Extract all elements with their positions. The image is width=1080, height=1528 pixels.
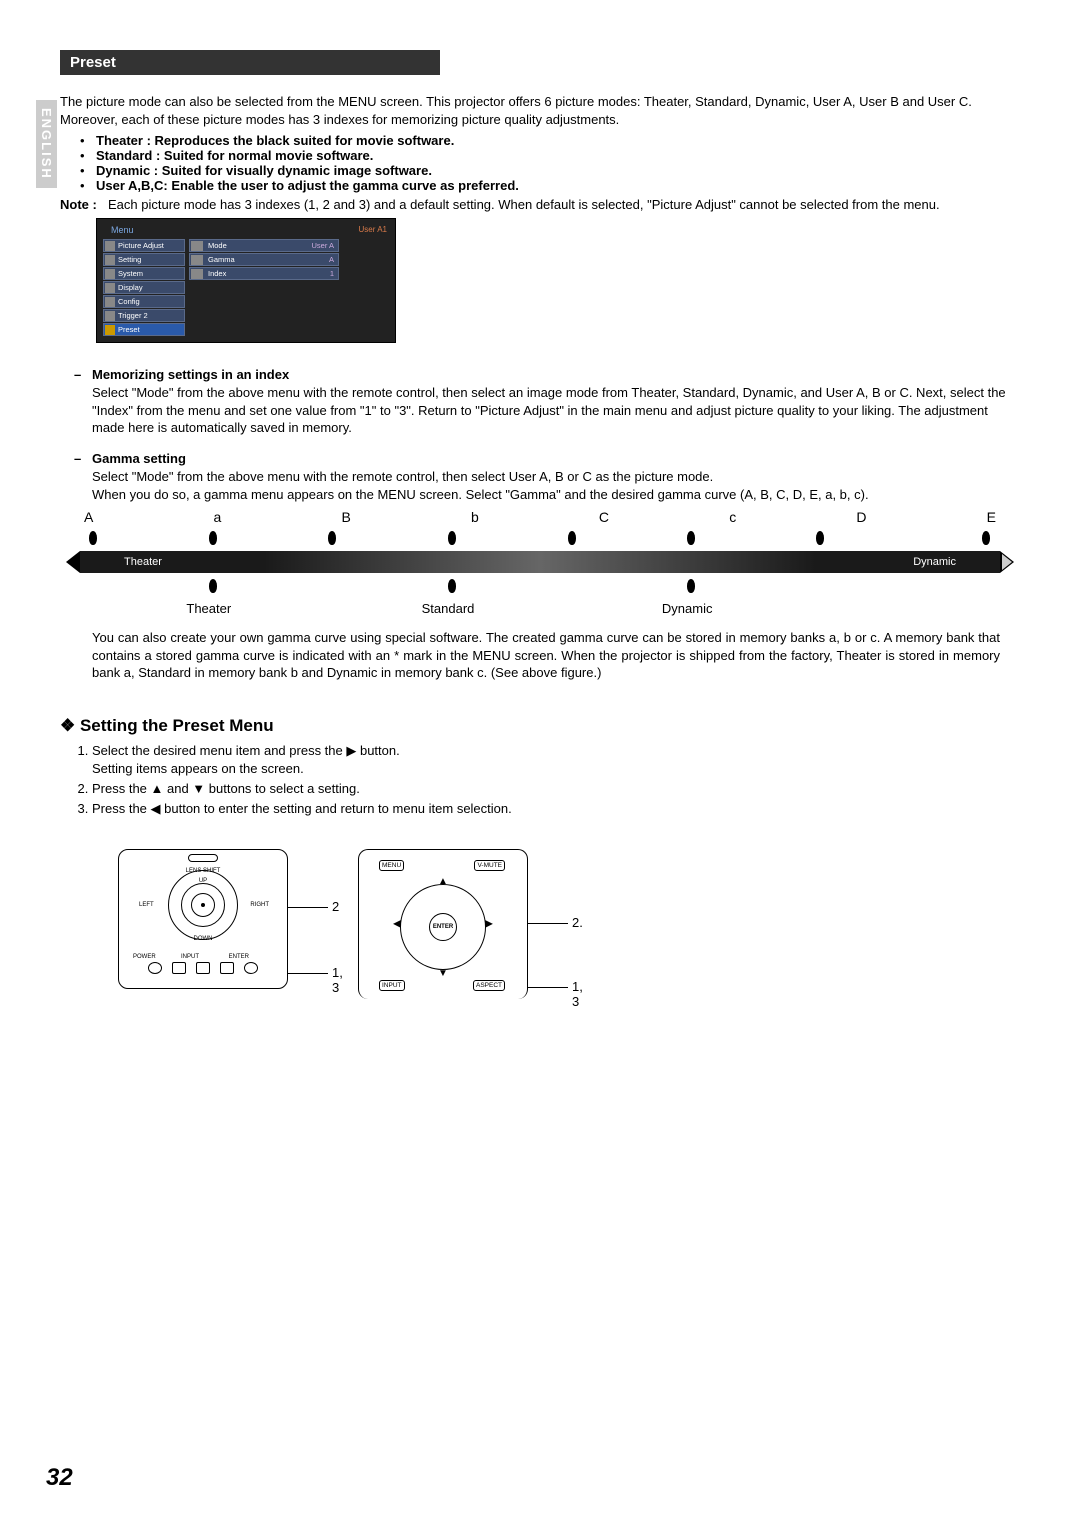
arrow-left-icon xyxy=(66,551,80,573)
remote-right-icon: ▶ xyxy=(485,919,493,930)
remote-enter-button: ENTER xyxy=(429,913,457,941)
menu-row-index: Index1 xyxy=(189,267,339,280)
page-number: 32 xyxy=(46,1464,73,1492)
bullet-user: •User A,B,C: Enable the user to adjust t… xyxy=(80,178,1020,193)
gamma-label-B: B xyxy=(341,509,350,525)
step-3: Press the ◀ button to enter the setting … xyxy=(92,800,1020,818)
bullet-dynamic: •Dynamic : Suited for visually dynamic i… xyxy=(80,163,1020,178)
gamma-bar-right-label: Dynamic xyxy=(913,556,956,568)
gamma-label-E: E xyxy=(987,509,996,525)
step-1: Select the desired menu item and press t… xyxy=(92,742,1020,778)
menu-row-mode: ModeUser A xyxy=(189,239,339,252)
menu-item-system: System xyxy=(103,267,185,280)
subhead-gamma: –Gamma setting xyxy=(74,451,1020,466)
subbody-memorizing: Select "Mode" from the above menu with t… xyxy=(92,384,1020,437)
gamma-label-A: A xyxy=(84,509,93,525)
intro-paragraph: The picture mode can also be selected fr… xyxy=(60,93,1020,129)
gamma-label-C: C xyxy=(599,509,609,525)
arrow-right-icon xyxy=(1000,551,1014,573)
gamma-bar: Theater Dynamic xyxy=(80,551,1000,573)
gamma-diagram: A a B b C c D E Theater Dynamic Theater … xyxy=(80,509,1000,619)
gamma-follow-paragraph: You can also create your own gamma curve… xyxy=(92,629,1000,682)
remote-diagram: MENU V-MUTE INPUT ASPECT ENTER ▲ ▼ ◀ ▶ 2… xyxy=(358,849,528,999)
gamma-label-D: D xyxy=(856,509,866,525)
menu-item-setting: Setting xyxy=(103,253,185,266)
remote-lead-13: 1, 3 xyxy=(572,979,583,1009)
remote-menu-button: MENU xyxy=(379,860,404,871)
remote-aspect-button: ASPECT xyxy=(473,980,505,991)
menu-item-trigger2: Trigger 2 xyxy=(103,309,185,322)
section-header-preset: Preset xyxy=(60,50,440,75)
language-tab: ENGLISH xyxy=(36,100,57,188)
gamma-bottom-standard: Standard xyxy=(422,601,475,616)
menu-row-gamma: GammaA xyxy=(189,253,339,266)
projector-lead-2: 2 xyxy=(332,899,339,914)
menu-item-picture-adjust: Picture Adjust xyxy=(103,239,185,252)
remote-lead-2: 2. xyxy=(572,915,583,930)
projector-lead-13: 1, 3 xyxy=(332,965,343,995)
gamma-label-c: c xyxy=(729,509,736,525)
menu-title: Menu xyxy=(111,225,134,235)
gamma-label-a: a xyxy=(214,509,222,525)
menu-right-column: ModeUser A GammaA Index1 xyxy=(189,239,339,281)
projector-diagram: LENS SHIFT UP LEFT RIGHT DOWN POWER INPU… xyxy=(118,849,288,999)
note-label: Note : xyxy=(60,197,108,212)
remote-left-icon: ◀ xyxy=(393,919,401,930)
remote-up-icon: ▲ xyxy=(438,876,448,887)
gamma-label-b: b xyxy=(471,509,479,525)
heading-setting-preset-menu: Setting the Preset Menu xyxy=(60,716,1020,736)
menu-item-config: Config xyxy=(103,295,185,308)
menu-item-display: Display xyxy=(103,281,185,294)
gamma-bottom-theater: Theater xyxy=(186,601,231,616)
subbody-gamma: Select "Mode" from the above menu with t… xyxy=(92,468,1020,503)
menu-left-column: Picture Adjust Setting System Display Co… xyxy=(103,239,185,337)
menu-screenshot: Menu User A1 Picture Adjust Setting Syst… xyxy=(96,218,396,343)
step-2: Press the ▲ and ▼ buttons to select a se… xyxy=(92,780,1020,798)
gamma-bottom-dynamic: Dynamic xyxy=(662,601,713,616)
bullet-theater: •Theater : Reproduces the black suited f… xyxy=(80,133,1020,148)
gamma-bar-left-label: Theater xyxy=(124,556,162,568)
subhead-memorizing: –Memorizing settings in an index xyxy=(74,367,1020,382)
remote-down-icon: ▼ xyxy=(438,968,448,979)
bullet-standard: •Standard : Suited for normal movie soft… xyxy=(80,148,1020,163)
note-text: Each picture mode has 3 indexes (1, 2 an… xyxy=(108,197,1020,212)
remote-vmute-button: V-MUTE xyxy=(474,860,505,871)
remote-input-button: INPUT xyxy=(379,980,405,991)
menu-item-preset: Preset xyxy=(103,323,185,336)
steps-list: Select the desired menu item and press t… xyxy=(78,742,1020,819)
menu-corner-label: User A1 xyxy=(359,225,387,234)
